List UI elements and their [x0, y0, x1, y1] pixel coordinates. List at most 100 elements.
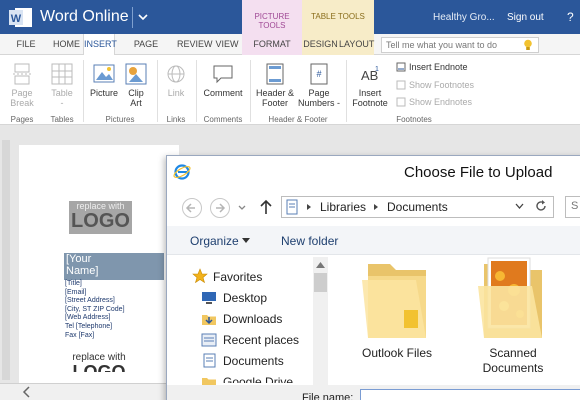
logo-placeholder-2-text: LOGO	[66, 364, 132, 372]
insert-footnote-label-1: Insert	[358, 88, 382, 98]
file-name-input[interactable]	[360, 389, 580, 400]
breadcrumb-documents[interactable]: Documents	[387, 200, 448, 214]
comment-icon	[213, 65, 233, 84]
clip-art-label-1: Clip	[128, 88, 144, 98]
tell-me-input[interactable]: Tell me what you want to do	[381, 37, 539, 53]
chevron-down-icon[interactable]	[137, 10, 149, 24]
insert-footnote-button[interactable]: AB 1 Insert Footnote	[349, 63, 391, 108]
show-footnotes-icon	[396, 80, 406, 90]
folder-with-photo-icon[interactable]	[472, 256, 554, 342]
scroll-left-icon[interactable]	[22, 386, 32, 398]
tab-design[interactable]: DESIGN	[302, 34, 339, 55]
name-line-2: Name]	[66, 265, 99, 277]
link-icon	[167, 65, 185, 83]
page-break-button[interactable]: Page Break	[6, 63, 38, 108]
nav-desktop[interactable]: Desktop	[223, 291, 267, 305]
logo-placeholder-2-caption: replace with	[72, 352, 126, 363]
file-label[interactable]: Outlook Files	[347, 346, 447, 361]
user-name[interactable]: Healthy Gro...	[433, 12, 495, 23]
sign-out-link[interactable]: Sign out	[507, 12, 544, 23]
back-button[interactable]	[182, 198, 202, 218]
address-dropdown-icon[interactable]	[515, 203, 524, 210]
endnote-icon	[396, 62, 406, 72]
group-label-comments: Comments	[203, 115, 243, 124]
file-label[interactable]: Scanned Documents	[463, 346, 563, 376]
forward-button[interactable]	[210, 198, 230, 218]
folder-icon[interactable]	[356, 256, 438, 342]
scroll-up-icon[interactable]	[316, 262, 325, 268]
breadcrumb-separator-icon	[374, 204, 378, 210]
vertical-ruler	[2, 140, 10, 380]
name-block[interactable]: [Your Name]	[64, 253, 164, 280]
breadcrumb-libraries[interactable]: Libraries	[320, 200, 366, 214]
downloads-icon	[202, 315, 216, 325]
nav-downloads[interactable]: Downloads	[223, 312, 282, 326]
table-label-2: -	[60, 98, 64, 108]
picture-tools-header: PICTURE TOOLS	[242, 0, 302, 34]
scrollbar-thumb[interactable]	[314, 273, 327, 292]
organize-button[interactable]: Organize	[190, 234, 239, 248]
clip-art-button[interactable]: Clip Art	[122, 63, 150, 108]
documents-icon	[203, 353, 216, 368]
tab-review[interactable]: REVIEW	[177, 34, 213, 55]
page-numbers-label-2: Numbers -	[297, 98, 340, 108]
tab-page-layout[interactable]: PAGE LAYOUT	[116, 34, 176, 70]
recent-locations-icon[interactable]	[237, 204, 247, 212]
page-numbers-button[interactable]: # Page Numbers -	[296, 63, 342, 108]
logo-placeholder[interactable]: replace with LOGO	[69, 201, 132, 234]
tab-file[interactable]: FILE	[12, 34, 40, 55]
logo-placeholder-2[interactable]: replace with LOGO	[66, 352, 132, 372]
tab-view[interactable]: VIEW	[213, 34, 241, 55]
svg-text:#: #	[316, 69, 321, 79]
logo-placeholder-text: LOGO	[71, 210, 130, 232]
show-footnotes-button[interactable]: Show Footnotes	[409, 80, 474, 90]
group-separator	[346, 60, 347, 122]
table-button[interactable]: Table -	[46, 63, 78, 108]
nav-recent-places[interactable]: Recent places	[223, 333, 299, 347]
contact-title: [Title]	[65, 280, 82, 287]
link-label: Link	[167, 88, 185, 98]
group-label-links: Links	[166, 115, 186, 124]
tab-insert[interactable]: INSERT	[83, 34, 117, 55]
tab-layout[interactable]: LAYOUT	[339, 34, 374, 55]
group-separator	[157, 60, 158, 122]
tab-home[interactable]: HOME	[50, 34, 83, 55]
header-footer-button[interactable]: Header & Footer	[253, 63, 297, 108]
favorites-star-icon	[192, 268, 208, 283]
nav-documents[interactable]: Documents	[223, 354, 284, 368]
clip-art-label-2: Art	[130, 98, 142, 108]
group-label-header-footer: Header & Footer	[268, 115, 328, 124]
group-label-footnotes: Footnotes	[396, 115, 432, 124]
app-title[interactable]: Word Online	[40, 8, 129, 26]
refresh-icon[interactable]	[534, 199, 548, 213]
contact-city: [City, ST ZIP Code]	[65, 305, 125, 313]
page-break-label-1: Page	[11, 88, 33, 98]
group-separator	[83, 60, 84, 122]
contact-info[interactable]: [Title] [Email] [Street Address] [City, …	[65, 280, 125, 340]
internet-explorer-icon	[173, 164, 191, 180]
svg-text:1: 1	[375, 66, 379, 73]
clip-art-icon	[125, 63, 147, 85]
comment-button[interactable]: Comment	[200, 63, 246, 98]
picture-button[interactable]: Picture	[87, 63, 121, 98]
insert-footnote-label-2: Footnote	[352, 98, 388, 108]
new-folder-button[interactable]: New folder	[281, 234, 338, 248]
search-field[interactable]: S	[565, 196, 580, 218]
show-endnotes-button[interactable]: Show Endnotes	[409, 97, 472, 107]
link-button[interactable]: Link	[160, 63, 192, 98]
word-logo-icon: W	[9, 8, 32, 27]
organize-dropdown-icon[interactable]	[242, 238, 250, 243]
up-arrow-icon[interactable]	[259, 199, 273, 215]
picture-label: Picture	[89, 88, 118, 98]
group-label-tables: Tables	[50, 115, 74, 124]
help-button[interactable]: ?	[567, 10, 574, 24]
tab-format[interactable]: FORMAT	[242, 34, 302, 55]
nav-favorites[interactable]: Favorites	[213, 270, 262, 284]
insert-endnote-button[interactable]: Insert Endnote	[409, 62, 468, 72]
group-separator	[250, 60, 251, 122]
group-label-pages: Pages	[10, 115, 34, 124]
picture-icon	[93, 64, 115, 83]
lightbulb-icon	[524, 39, 532, 50]
header-footer-icon	[266, 63, 284, 85]
nav-google-drive[interactable]: Google Drive	[223, 375, 293, 383]
